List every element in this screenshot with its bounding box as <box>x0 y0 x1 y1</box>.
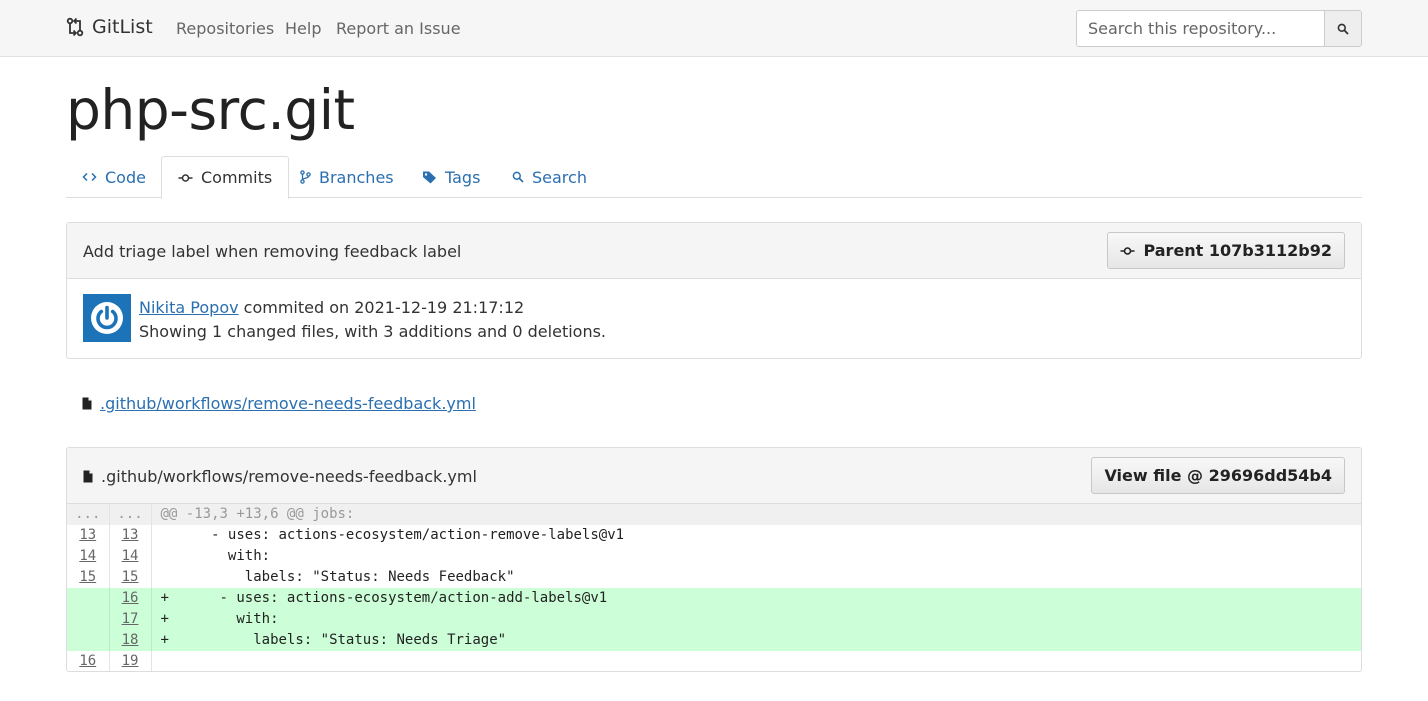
diff-file-name: .github/workflows/remove-needs-feedback.… <box>101 467 477 486</box>
diff-line-code <box>151 651 1361 671</box>
commit-card: Add triage label when removing feedback … <box>66 222 1362 359</box>
changed-file-item: .github/workflows/remove-needs-feedback.… <box>82 394 476 413</box>
old-line-link[interactable]: 14 <box>79 548 96 564</box>
old-line-number-cell <box>67 588 110 609</box>
old-line-number-cell <box>67 630 110 651</box>
tab-tags-label: Tags <box>445 167 481 187</box>
new-line-link[interactable]: 15 <box>122 569 139 585</box>
new-line-number-cell: 18 <box>109 630 152 651</box>
brand-link[interactable]: GitList <box>66 16 153 38</box>
new-line-number-cell: 16 <box>109 588 152 609</box>
diff-file-path: .github/workflows/remove-needs-feedback.… <box>83 467 477 486</box>
new-line-number-cell: 15 <box>109 567 152 588</box>
repo-tabs: Code Commits Branches Tags Search <box>66 156 1362 199</box>
new-line-link[interactable]: 17 <box>122 611 139 627</box>
repo-search-form <box>1076 10 1362 47</box>
parent-commit-button[interactable]: Parent 107b3112b92 <box>1107 232 1345 269</box>
tab-branches[interactable]: Branches <box>284 156 410 198</box>
old-line-number-cell: 16 <box>67 651 110 671</box>
tab-commits-label: Commits <box>201 168 273 187</box>
old-line-number-cell: 15 <box>67 567 110 588</box>
old-line-link[interactable]: 15 <box>79 569 96 585</box>
new-line-link[interactable]: 16 <box>122 590 139 606</box>
search-icon <box>512 171 524 183</box>
search-icon <box>1337 23 1349 35</box>
new-line-link[interactable]: 19 <box>122 653 139 669</box>
file-icon <box>83 470 93 483</box>
diff-hunk-header: ... ... @@ -13,3 +13,6 @@ jobs: <box>67 504 1361 525</box>
diff-line-code: + labels: "Status: Needs Triage" <box>151 630 1361 651</box>
changed-file-link[interactable]: .github/workflows/remove-needs-feedback.… <box>100 394 476 413</box>
view-file-button[interactable]: View file @ 29696dd54b4 <box>1091 457 1345 494</box>
gitlist-logo-icon <box>66 17 84 37</box>
tab-search[interactable]: Search <box>496 156 603 198</box>
old-line-number-cell <box>67 609 110 630</box>
diff-line: 16 19 <box>67 651 1361 671</box>
author-link[interactable]: Nikita Popov <box>139 298 239 317</box>
diff-table: ... ... @@ -13,3 +13,6 @@ jobs: 13 13 - … <box>67 504 1361 671</box>
commit-date: commited on 2021-12-19 21:17:12 <box>243 298 525 317</box>
commit-message: Add triage label when removing feedback … <box>83 242 462 261</box>
tab-commits[interactable]: Commits <box>161 156 290 199</box>
tab-search-label: Search <box>532 167 587 187</box>
diff-line-added: 18 + labels: "Status: Needs Triage" <box>67 630 1361 651</box>
parent-commit-label: Parent 107b3112b92 <box>1143 241 1332 260</box>
tab-branches-label: Branches <box>319 167 394 187</box>
diff-line-added: 17 + with: <box>67 609 1361 630</box>
diff-line: 14 14 with: <box>67 546 1361 567</box>
nav-link-help[interactable]: Help <box>285 19 321 38</box>
new-line-number-cell: 19 <box>109 651 152 671</box>
file-icon <box>82 397 92 410</box>
hunk-text: @@ -13,3 +13,6 @@ jobs: <box>151 504 1361 525</box>
repo-search-input[interactable] <box>1077 11 1324 46</box>
new-line-link[interactable]: 18 <box>122 632 139 648</box>
diff-line: 13 13 - uses: actions-ecosystem/action-r… <box>67 525 1361 546</box>
new-line-number: ... <box>109 504 152 525</box>
repo-search-button[interactable] <box>1324 11 1361 46</box>
diff-line-code: with: <box>160 548 271 564</box>
nav-link-repositories[interactable]: Repositories <box>176 19 274 38</box>
commit-author-line: Nikita Popov commited on 2021-12-19 21:1… <box>139 298 524 317</box>
commit-icon <box>178 173 193 182</box>
commit-icon <box>1120 246 1135 255</box>
diff-line-code: - uses: actions-ecosystem/action-remove-… <box>160 527 625 543</box>
new-line-number-cell: 13 <box>109 525 152 546</box>
top-navbar: GitList Repositories Help Report an Issu… <box>0 0 1428 57</box>
diff-line-added: 16 + - uses: actions-ecosystem/action-ad… <box>67 588 1361 609</box>
branch-icon <box>300 170 311 184</box>
code-icon <box>82 172 97 182</box>
commit-body: Nikita Popov commited on 2021-12-19 21:1… <box>67 279 1361 359</box>
new-line-link[interactable]: 13 <box>122 527 139 543</box>
diff-header: .github/workflows/remove-needs-feedback.… <box>67 448 1361 504</box>
new-line-link[interactable]: 14 <box>122 548 139 564</box>
new-line-number-cell: 14 <box>109 546 152 567</box>
tab-code[interactable]: Code <box>66 156 162 198</box>
power-icon <box>91 302 123 334</box>
new-line-number-cell: 17 <box>109 609 152 630</box>
brand-name: GitList <box>92 16 153 38</box>
repo-title: php-src.git <box>66 78 355 142</box>
old-line-number: ... <box>67 504 110 525</box>
commit-header: Add triage label when removing feedback … <box>67 223 1361 279</box>
old-line-link[interactable]: 13 <box>79 527 96 543</box>
tab-tags[interactable]: Tags <box>406 156 496 198</box>
diff-line-code: labels: "Status: Needs Feedback" <box>160 569 515 585</box>
nav-link-report-issue[interactable]: Report an Issue <box>336 19 461 38</box>
changes-summary: Showing 1 changed files, with 3 addition… <box>139 322 607 341</box>
avatar <box>83 294 131 342</box>
tag-icon <box>423 171 436 184</box>
old-line-number-cell: 14 <box>67 546 110 567</box>
old-line-number-cell: 13 <box>67 525 110 546</box>
diff-line-code: + - uses: actions-ecosystem/action-add-l… <box>151 588 1361 609</box>
diff-line: 15 15 labels: "Status: Needs Feedback" <box>67 567 1361 588</box>
tab-code-label: Code <box>105 167 146 187</box>
view-file-label: View file @ 29696dd54b4 <box>1104 466 1332 485</box>
diff-line-code: + with: <box>151 609 1361 630</box>
old-line-link[interactable]: 16 <box>79 653 96 669</box>
diff-card: .github/workflows/remove-needs-feedback.… <box>66 447 1362 672</box>
